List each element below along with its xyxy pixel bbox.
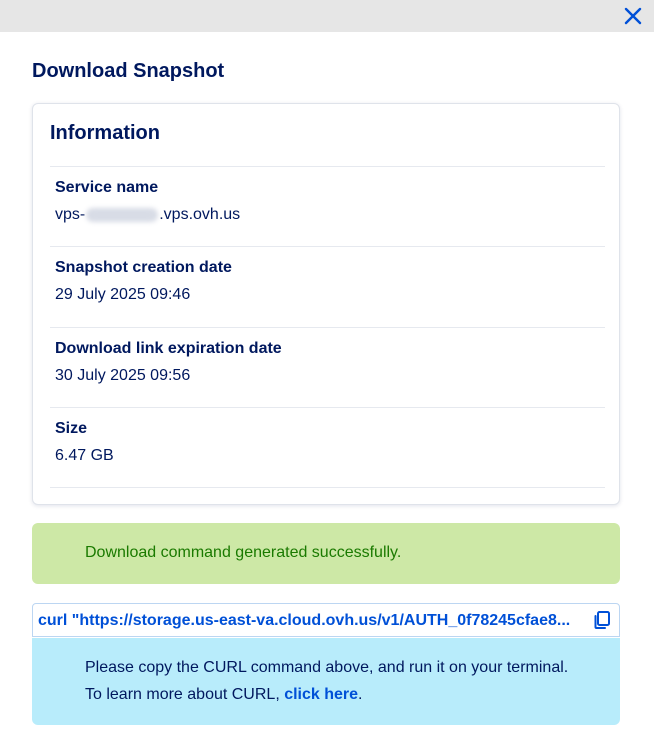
modal-title: Download Snapshot	[32, 60, 225, 82]
size-value: 6.47 GB	[55, 447, 114, 464]
success-message: Download command generated successfully.	[85, 544, 402, 561]
close-icon	[624, 7, 642, 25]
copy-button[interactable]	[591, 609, 613, 631]
service-name-value: vps- .vps.ovh.us	[55, 206, 240, 224]
click-here-link[interactable]: click here	[284, 686, 358, 703]
expiration-date-value: 30 July 2025 09:56	[55, 367, 191, 384]
expiration-date-row: Download link expiration date 30 July 20…	[50, 327, 605, 407]
creation-date-row: Snapshot creation date 29 July 2025 09:4…	[50, 246, 605, 326]
service-name-row: Service name vps- .vps.ovh.us	[50, 166, 605, 246]
help-line-2-suffix: .	[358, 686, 363, 703]
success-message-banner: Download command generated successfully.	[32, 523, 620, 584]
curl-command-text[interactable]: curl "https://storage.us-east-va.cloud.o…	[38, 612, 580, 630]
help-line-1: Please copy the CURL command above, and …	[85, 659, 569, 676]
information-card-title: Information	[50, 122, 160, 144]
service-name-prefix: vps-	[55, 206, 86, 223]
size-label: Size	[55, 420, 88, 437]
creation-date-label: Snapshot creation date	[55, 259, 232, 276]
help-line-2: To learn more about CURL, click here.	[85, 686, 362, 704]
modal-header-bar	[0, 0, 654, 32]
service-name-suffix: .vps.ovh.us	[159, 206, 241, 223]
help-line-2-prefix: To learn more about CURL,	[85, 686, 285, 703]
close-button[interactable]	[620, 3, 646, 29]
expiration-date-label: Download link expiration date	[55, 340, 282, 357]
copy-icon	[594, 611, 610, 629]
redacted-service-id	[86, 208, 159, 222]
information-card: Information Service name vps- .vps.ovh.u…	[32, 103, 620, 505]
creation-date-value: 29 July 2025 09:46	[55, 286, 191, 303]
help-message-banner: Please copy the CURL command above, and …	[32, 638, 620, 725]
size-row: Size 6.47 GB	[50, 407, 605, 487]
curl-command-box[interactable]: curl "https://storage.us-east-va.cloud.o…	[32, 603, 620, 637]
divider	[50, 487, 605, 488]
service-name-label: Service name	[55, 179, 159, 196]
